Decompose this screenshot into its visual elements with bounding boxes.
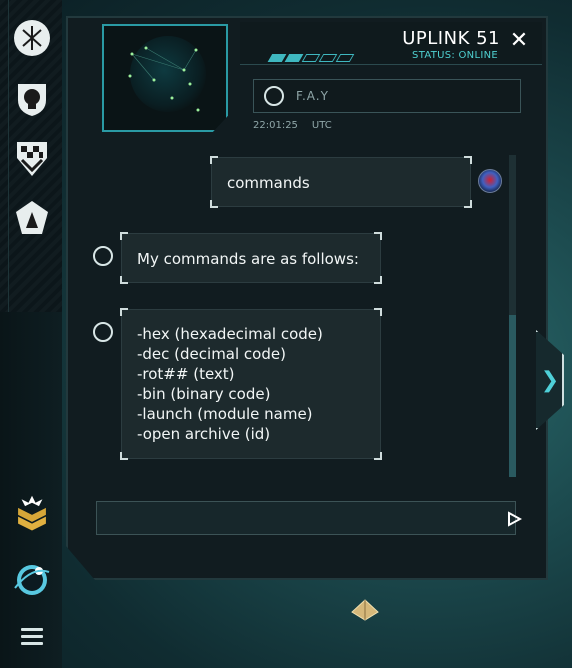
bot-message-commands: -hex (hexadecimal code) -dec (decimal co…	[120, 308, 382, 460]
user-message-text: commands	[227, 174, 310, 192]
uplink-title: UPLINK 51	[402, 28, 500, 49]
command-line: -hex (hexadecimal code)	[137, 325, 323, 343]
command-line: -open archive (id)	[137, 425, 271, 443]
contact-avatar	[102, 24, 228, 132]
timestamp: 22:01:25 UTC	[253, 120, 332, 131]
contact-name: F.A.Y	[296, 89, 329, 103]
chat-scrollbar[interactable]	[509, 155, 516, 477]
message-input[interactable]	[96, 501, 516, 535]
arrows-emblem-icon[interactable]	[12, 18, 52, 58]
left-sidebar	[0, 0, 62, 668]
wolf-crest-icon[interactable]	[12, 198, 52, 238]
skull-shield-icon[interactable]	[12, 78, 52, 118]
network-graph-icon	[128, 46, 200, 112]
bot-indicator-icon	[93, 322, 113, 342]
command-line: -launch (module name)	[137, 405, 313, 423]
command-line: -rot## (text)	[137, 365, 235, 383]
bot-message-text: My commands are as follows:	[137, 250, 359, 268]
planet-orbit-icon[interactable]	[12, 558, 52, 598]
bot-message: My commands are as follows:	[120, 232, 382, 284]
command-line: -bin (binary code)	[137, 385, 271, 403]
timestamp-zone: UTC	[311, 120, 332, 131]
status-label: STATUS: ONLINE	[412, 50, 498, 61]
contact-name-field: F.A.Y	[253, 79, 521, 113]
contact-status-icon	[264, 86, 284, 106]
close-button[interactable]: ✕	[508, 30, 530, 52]
bot-indicator-icon	[93, 246, 113, 266]
user-avatar	[478, 169, 502, 193]
chevron-right-icon: ❯	[540, 367, 560, 393]
signal-indicator	[267, 54, 355, 62]
timestamp-time: 22:01:25	[253, 120, 298, 131]
diamond-icon[interactable]	[350, 598, 380, 622]
send-icon[interactable]	[506, 511, 522, 527]
menu-icon[interactable]	[21, 628, 43, 648]
expand-tab[interactable]: ❯	[536, 330, 564, 430]
scrollbar-thumb[interactable]	[509, 315, 516, 477]
user-message: commands	[210, 156, 472, 208]
checker-crest-icon[interactable]	[12, 138, 52, 178]
sidebar-divider	[8, 0, 9, 312]
command-line: -dec (decimal code)	[137, 345, 286, 363]
rank-chevron-icon[interactable]	[12, 494, 52, 534]
